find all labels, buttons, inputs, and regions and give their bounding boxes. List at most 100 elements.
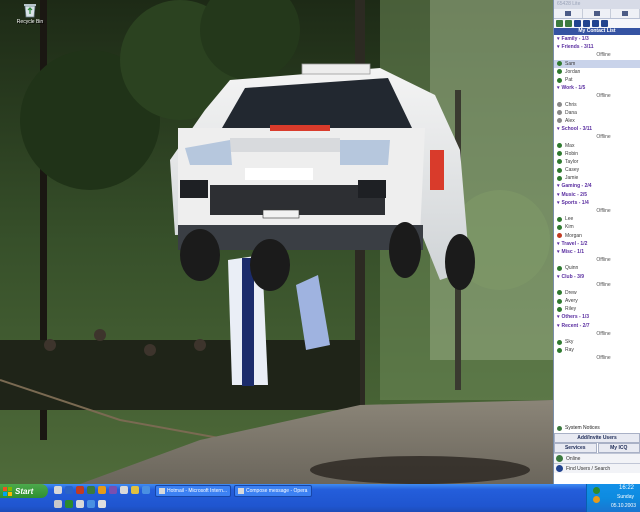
contact-group[interactable]: ▾ Misc - 1/1: [554, 248, 640, 256]
opera-icon[interactable]: [76, 486, 84, 494]
media-icon[interactable]: [109, 486, 117, 494]
contact-label: School - 3/11: [561, 126, 593, 133]
online-status-icon: [556, 455, 563, 462]
chat-icon[interactable]: [583, 20, 590, 27]
contact-status-icon: [557, 298, 562, 304]
volume-tray-icon[interactable]: [593, 496, 600, 503]
desktop-icon[interactable]: [54, 486, 62, 494]
contact-label: Offline: [596, 134, 611, 141]
recycle-bin-icon: [22, 2, 38, 18]
contact-item[interactable]: Ray: [554, 346, 640, 354]
contact-item[interactable]: Quinn: [554, 264, 640, 272]
contact-item[interactable]: Max: [554, 141, 640, 149]
contact-item[interactable]: Dana: [554, 109, 640, 117]
chevron-down-icon: ▾: [557, 273, 560, 280]
taskbar-task-2[interactable]: Compose message - Opera: [234, 485, 312, 497]
offline-separator: Offline: [554, 51, 640, 59]
contact-label: Work - 1/5: [561, 85, 586, 92]
status-icon[interactable]: [556, 20, 563, 27]
contact-group[interactable]: ▾ Work - 1/5: [554, 84, 640, 92]
taskbar-task-1[interactable]: Hotmail - Microsoft Intern...: [155, 485, 231, 497]
message-icon[interactable]: [574, 20, 581, 27]
sms-icon[interactable]: [601, 20, 608, 27]
contact-status-icon: [557, 290, 562, 296]
contact-item[interactable]: Lee: [554, 215, 640, 223]
start-button[interactable]: Start: [0, 484, 48, 498]
contact-item[interactable]: Casey: [554, 166, 640, 174]
contact-label: Offline: [596, 257, 611, 264]
folder-icon[interactable]: [131, 486, 139, 494]
recycle-bin-desktop-icon[interactable]: Recycle Bin: [14, 2, 46, 25]
contact-group[interactable]: ▾ Travel - 1/2: [554, 240, 640, 248]
ie-icon[interactable]: [65, 486, 73, 494]
tab-chart[interactable]: [583, 9, 612, 18]
contact-label: Travel - 1/2: [561, 240, 588, 247]
chevron-down-icon: ▾: [557, 314, 560, 321]
icq-icon[interactable]: [87, 486, 95, 494]
contact-item[interactable]: Taylor: [554, 158, 640, 166]
icq-tray-icon[interactable]: [593, 487, 600, 494]
calc-icon[interactable]: [98, 500, 106, 508]
status-selector[interactable]: Online: [554, 453, 640, 463]
contact-status-icon: [557, 233, 562, 239]
contact-item[interactable]: Robin: [554, 150, 640, 158]
contact-item[interactable]: Pat: [554, 76, 640, 84]
explorer-icon[interactable]: [120, 486, 128, 494]
contact-item[interactable]: Jamie: [554, 174, 640, 182]
tab-contacts[interactable]: [554, 9, 583, 18]
ie-task-icon: [159, 488, 165, 494]
network-icon[interactable]: [54, 500, 62, 508]
contact-group[interactable]: ▾ School - 3/11: [554, 125, 640, 133]
quick-launch-top: [54, 486, 150, 494]
contact-group[interactable]: ▾ Club - 3/9: [554, 272, 640, 280]
clock-day: Sunday: [617, 494, 634, 500]
contact-label: Taylor: [565, 158, 579, 165]
contact-item[interactable]: Sam: [554, 59, 640, 68]
flower-icon[interactable]: [565, 20, 572, 27]
mail-icon[interactable]: [142, 486, 150, 494]
system-notices-row[interactable]: System Notices: [554, 423, 640, 433]
notice-icon: [557, 425, 562, 431]
contact-label: Misc - 1/1: [561, 248, 585, 255]
add-invite-button[interactable]: Add/Invite Users: [554, 433, 640, 443]
contact-item[interactable]: Drew: [554, 289, 640, 297]
contact-status-icon: [557, 216, 562, 222]
my-icq-button[interactable]: My ICQ: [597, 443, 640, 453]
contact-group[interactable]: ▾ Others - 1/3: [554, 313, 640, 321]
contact-status-icon: [557, 159, 562, 165]
contact-item[interactable]: Morgan: [554, 232, 640, 240]
contact-group[interactable]: ▾ Sports - 1/4: [554, 199, 640, 207]
contact-group[interactable]: ▾ Music - 2/5: [554, 191, 640, 199]
winamp-icon[interactable]: [98, 486, 106, 494]
system-notices-label: System Notices: [565, 425, 600, 431]
contact-group[interactable]: ▾ Family - 1/3: [554, 35, 640, 43]
contact-label: Friends - 3/11: [561, 44, 594, 51]
contact-status-icon: [557, 118, 562, 124]
tab-settings[interactable]: [611, 9, 640, 18]
contact-group[interactable]: ▾ Recent - 2/7: [554, 322, 640, 330]
search-bar[interactable]: Find Users / Search: [554, 463, 640, 473]
chart-icon: [593, 11, 600, 16]
services-row: Services My ICQ: [554, 443, 640, 453]
contact-list-window: 65428 Lite My Contact List ▾ Family - 1/3…: [553, 0, 640, 484]
contact-item[interactable]: Alex: [554, 117, 640, 125]
my-icq-label: My ICQ: [610, 445, 628, 451]
contact-label: Morgan: [565, 232, 582, 239]
contact-item[interactable]: Sky: [554, 338, 640, 346]
file-icon[interactable]: [592, 20, 599, 27]
contact-group[interactable]: ▾ Friends - 3/11: [554, 43, 640, 51]
word-icon[interactable]: [87, 500, 95, 508]
contact-label: Kim: [565, 224, 574, 231]
status-label: Online: [566, 455, 581, 462]
notepad-icon[interactable]: [76, 500, 84, 508]
clock[interactable]: 16:22: [619, 485, 634, 491]
services-button[interactable]: Services: [554, 443, 597, 453]
contact-item[interactable]: Riley: [554, 305, 640, 313]
contact-item[interactable]: Kim: [554, 223, 640, 231]
messenger-icon[interactable]: [65, 500, 73, 508]
contact-item[interactable]: Chris: [554, 101, 640, 109]
contact-list-titlebar[interactable]: 65428 Lite: [554, 0, 640, 9]
contact-item[interactable]: Avery: [554, 297, 640, 305]
contact-group[interactable]: ▾ Gaming - 2/4: [554, 182, 640, 190]
contact-item[interactable]: Jordan: [554, 68, 640, 76]
